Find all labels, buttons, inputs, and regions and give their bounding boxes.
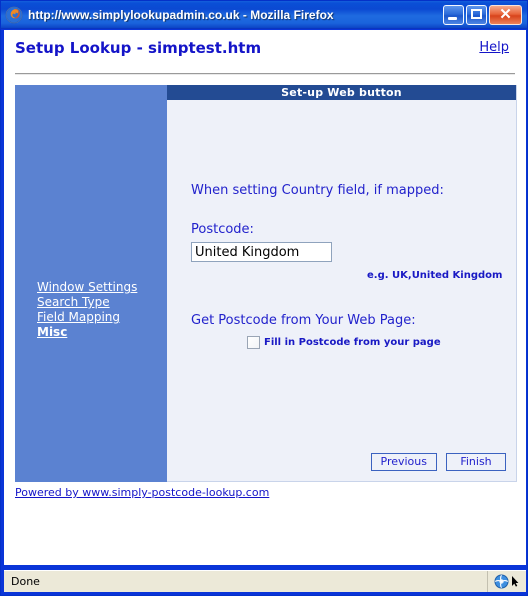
maximize-button[interactable] (466, 4, 487, 25)
sidebar-nav: Window Settings Search Type Field Mappin… (37, 280, 137, 340)
close-icon: ✕ (499, 6, 512, 23)
page-header: Setup Lookup - simptest.htm Help (4, 30, 526, 65)
window-title: http://www.simplylookupadmin.co.uk - Moz… (28, 7, 334, 22)
content-banner: Set-up Web button (167, 85, 516, 100)
sidebar: Window Settings Search Type Field Mappin… (15, 85, 167, 482)
close-button[interactable]: ✕ (489, 4, 522, 25)
lead-text: When setting Country field, if mapped: (191, 183, 444, 198)
content-panel: Set-up Web button When setting Country f… (167, 85, 517, 482)
globe-icon[interactable] (494, 574, 509, 589)
sidebar-item-field-mapping[interactable]: Field Mapping (37, 310, 137, 325)
browser-viewport: Setup Lookup - simptest.htm Help Window … (4, 30, 526, 565)
fill-in-postcode-label[interactable]: Fill in Postcode from your page (264, 337, 441, 348)
fill-in-postcode-row: Fill in Postcode from your page (247, 336, 516, 349)
minimize-icon (448, 16, 457, 20)
fill-in-postcode-checkbox[interactable] (247, 336, 260, 349)
header-divider (15, 73, 515, 75)
browser-window: http://www.simplylookupadmin.co.uk - Moz… (0, 0, 528, 596)
finish-button[interactable]: Finish (446, 453, 506, 471)
firefox-icon (5, 6, 23, 24)
sidebar-item-search-type[interactable]: Search Type (37, 295, 137, 310)
status-text: Done (11, 575, 40, 588)
page-body: Window Settings Search Type Field Mappin… (15, 85, 517, 482)
status-bar: Done (4, 570, 526, 592)
previous-button[interactable]: Previous (370, 453, 437, 471)
cursor-arrow-icon (511, 576, 519, 587)
setup-form: When setting Country field, if mapped: P… (167, 183, 516, 349)
postcode-hint: e.g. UK,United Kingdom (367, 270, 503, 281)
page-title: Setup Lookup - simptest.htm (15, 39, 262, 57)
minimize-button[interactable] (443, 4, 464, 25)
get-postcode-section-label: Get Postcode from Your Web Page: (191, 313, 416, 328)
footer: Powered by www.simply-postcode-lookup.co… (15, 486, 269, 499)
maximize-icon (471, 8, 482, 19)
sidebar-item-window-settings[interactable]: Window Settings (37, 280, 137, 295)
help-link[interactable]: Help (479, 40, 509, 55)
sidebar-item-misc[interactable]: Misc (37, 325, 137, 340)
postcode-input[interactable] (191, 242, 332, 262)
form-buttons: Previous Finish (370, 453, 506, 471)
powered-by-link[interactable]: Powered by www.simply-postcode-lookup.co… (15, 486, 269, 499)
window-controls: ✕ (443, 4, 525, 25)
postcode-label: Postcode: (191, 222, 254, 237)
title-bar: http://www.simplylookupadmin.co.uk - Moz… (1, 1, 527, 29)
status-bar-icons (487, 571, 526, 592)
